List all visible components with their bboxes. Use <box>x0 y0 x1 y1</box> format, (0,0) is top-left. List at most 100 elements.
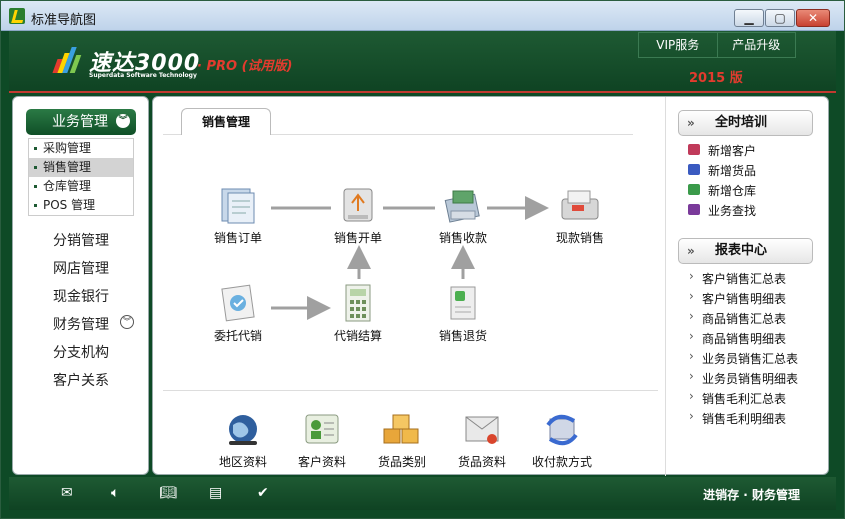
report-link[interactable]: 业务员销售明细表 <box>686 369 798 387</box>
footer-text: 进销存 · 财务管理 <box>703 488 800 502</box>
node-label: 收付款方式 <box>531 455 592 469</box>
region-data-node[interactable]: 地区资料 <box>208 409 278 470</box>
document-icon[interactable]: ▤ <box>209 485 222 501</box>
document-folder-icon <box>216 185 260 225</box>
link-label: 新增客户 <box>708 144 757 158</box>
book-icon <box>688 144 700 155</box>
book-icon[interactable]: 📖︎ <box>159 485 177 501</box>
main-panel: 销售管理 销售订单 销售开单 销售收款 现款销售 委托代销 代销结算 销售退货 … <box>152 96 829 476</box>
link-label: 新增仓库 <box>708 184 757 198</box>
double-chevron-icon: » <box>687 116 695 130</box>
submenu-item-sales[interactable]: 销售管理 <box>29 158 133 177</box>
report-link[interactable]: 销售毛利明细表 <box>686 409 786 427</box>
link-business-search[interactable]: 业务查找 <box>686 202 756 219</box>
sales-billing-node[interactable]: 销售开单 <box>323 185 393 246</box>
report-link[interactable]: 客户销售汇总表 <box>686 269 786 287</box>
title-bar: 标准导航图 ▁ ▢ ✕ <box>1 1 844 31</box>
menu-online-store[interactable]: 网店管理 <box>53 258 109 278</box>
sales-return-node[interactable]: 销售退货 <box>428 283 498 344</box>
version-year: 2015 版 <box>689 71 743 86</box>
return-document-icon <box>441 283 485 323</box>
menu-label: 业务管理 <box>52 114 108 130</box>
report-link[interactable]: 客户销售明细表 <box>686 289 786 307</box>
sales-order-node[interactable]: 销售订单 <box>203 185 273 246</box>
double-chevron-icon: » <box>687 244 695 258</box>
mail-icon[interactable]: ✉ <box>61 485 73 501</box>
training-title: 全时培训 <box>715 115 768 130</box>
link-new-warehouse[interactable]: 新增仓库 <box>686 182 756 199</box>
menu-business-management[interactable]: 业务管理 ︾ <box>26 109 136 135</box>
brand-subtitle: Superdata Software Technology <box>89 72 197 79</box>
maximize-button[interactable]: ▢ <box>765 9 795 27</box>
cash-sales-node[interactable]: 现款销售 <box>545 185 615 246</box>
menu-branches[interactable]: 分支机构 <box>53 342 109 362</box>
book-icon <box>688 204 700 215</box>
submenu-item-pos[interactable]: POS 管理 <box>29 196 133 215</box>
report-link[interactable]: 商品销售明细表 <box>686 329 786 347</box>
menu-customer-relations[interactable]: 客户关系 <box>53 370 109 390</box>
training-header[interactable]: » 全时培训 <box>678 110 813 136</box>
report-link[interactable]: 业务员销售汇总表 <box>686 349 798 367</box>
book-icon <box>688 184 700 195</box>
app-header: 速达3000 Superdata Software Technology · P… <box>9 31 836 93</box>
menu-finance[interactable]: 财务管理 <box>53 314 109 334</box>
link-label: 新增货品 <box>708 164 757 178</box>
envelope-document-icon <box>460 409 504 449</box>
book-icon <box>688 164 700 175</box>
node-label: 销售退货 <box>438 329 487 343</box>
footer-bar: ✉ 🔈︎ 📖︎ ▤ ✔ 进销存 · 财务管理 <box>9 477 836 510</box>
sync-arrows-icon <box>540 409 584 449</box>
report-title: 报表中心 <box>715 243 768 258</box>
node-label: 销售开单 <box>333 231 382 245</box>
header-tabs: VIP服务 产品升级 <box>638 32 796 58</box>
check-icon[interactable]: ✔ <box>257 485 269 501</box>
submenu-item-warehouse[interactable]: 仓库管理 <box>29 177 133 196</box>
goods-category-node[interactable]: 货品类别 <box>367 409 437 470</box>
usb-drive-icon <box>336 185 380 225</box>
node-label: 现款销售 <box>555 231 604 245</box>
menu-distribution[interactable]: 分销管理 <box>53 230 109 250</box>
app-window: 标准导航图 ▁ ▢ ✕ 速达3000 Superdata Software Te… <box>0 0 845 519</box>
upgrade-tab[interactable]: 产品升级 <box>718 33 796 57</box>
globe-icon <box>221 409 265 449</box>
cash-register-icon <box>441 185 485 225</box>
consignment-node[interactable]: 委托代销 <box>203 283 273 344</box>
consignment-settlement-node[interactable]: 代销结算 <box>323 283 393 344</box>
node-label: 货品类别 <box>377 455 426 469</box>
payment-methods-node[interactable]: 收付款方式 <box>527 409 597 470</box>
brand-logo-icon <box>52 43 85 73</box>
close-button[interactable]: ✕ <box>796 9 830 27</box>
calculator-icon <box>336 283 380 323</box>
node-label: 货品资料 <box>457 455 506 469</box>
payment-machine-icon <box>558 185 602 225</box>
sidebar: 业务管理 ︾ 采购管理 销售管理 仓库管理 POS 管理 分销管理 网店管理 现金… <box>12 96 149 475</box>
boxes-icon <box>380 409 424 449</box>
submenu-item-purchase[interactable]: 采购管理 <box>29 139 133 158</box>
link-new-goods[interactable]: 新增货品 <box>686 162 756 179</box>
sales-collection-node[interactable]: 销售收款 <box>428 185 498 246</box>
report-center-header[interactable]: » 报表中心 <box>678 238 813 264</box>
app-logo-icon <box>9 8 25 24</box>
brand-edition: · PRO (试用版) <box>197 59 293 74</box>
goods-data-node[interactable]: 货品资料 <box>447 409 517 470</box>
window-title: 标准导航图 <box>31 13 97 28</box>
node-label: 客户资料 <box>297 455 346 469</box>
node-label: 代销结算 <box>333 329 382 343</box>
chevron-down-icon: ︾ <box>116 114 130 128</box>
report-link[interactable]: 商品销售汇总表 <box>686 309 786 327</box>
menu-cash-bank[interactable]: 现金银行 <box>53 286 109 306</box>
check-document-icon <box>216 283 260 323</box>
speaker-icon[interactable]: 🔈︎ <box>111 485 119 501</box>
submenu: 采购管理 销售管理 仓库管理 POS 管理 <box>28 138 134 216</box>
contact-card-icon <box>300 409 344 449</box>
minimize-button[interactable]: ▁ <box>734 9 764 27</box>
customer-data-node[interactable]: 客户资料 <box>287 409 357 470</box>
chevron-down-icon[interactable]: ︾ <box>120 315 134 329</box>
report-link[interactable]: 销售毛利汇总表 <box>686 389 786 407</box>
node-label: 委托代销 <box>213 329 262 343</box>
link-label: 业务查找 <box>708 204 757 218</box>
node-label: 销售订单 <box>213 231 262 245</box>
link-new-customer[interactable]: 新增客户 <box>686 142 756 159</box>
vip-service-tab[interactable]: VIP服务 <box>639 33 718 57</box>
node-label: 地区资料 <box>218 455 267 469</box>
